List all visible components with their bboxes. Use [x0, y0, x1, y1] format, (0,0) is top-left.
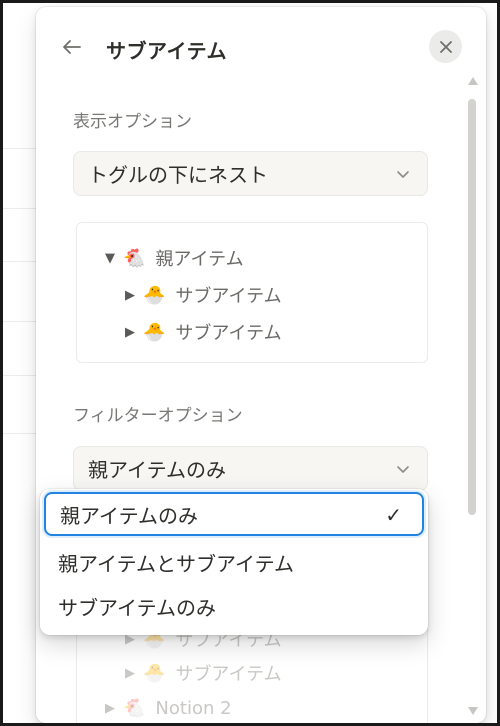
- scroll-up-arrow-icon[interactable]: [468, 77, 478, 85]
- scrollbar-thumb[interactable]: [468, 99, 476, 515]
- menu-item-label: サブアイテムのみ: [58, 595, 216, 620]
- preview-child-label: サブアイテム: [175, 286, 282, 307]
- hatching-chick-icon: 🐣: [143, 284, 166, 306]
- scrollbar[interactable]: [466, 77, 478, 717]
- preview-parent-label: 親アイテム: [155, 249, 244, 270]
- close-icon: [439, 40, 452, 53]
- display-options-value: トグルの下にネスト: [88, 163, 268, 187]
- checkmark-icon: ✓: [385, 503, 402, 527]
- menu-item-parent-only[interactable]: 親アイテムのみ ✓: [44, 492, 424, 536]
- preview-child-row: ▶ 🐣 サブアイテム: [125, 319, 282, 345]
- chicken-icon: 🐔: [123, 698, 146, 719]
- menu-item-subitems-only[interactable]: サブアイテムのみ: [44, 584, 424, 628]
- close-button[interactable]: [429, 30, 462, 63]
- filter-options-value: 親アイテムのみ: [88, 458, 226, 482]
- chevron-down-icon: [397, 171, 409, 178]
- chevron-down-icon: [397, 466, 409, 473]
- nesting-preview: ▼ 🐔 親アイテム ▶ 🐣 サブアイテム ▶ 🐣 サブアイテム: [76, 222, 428, 363]
- triangle-right-icon: ▶: [125, 287, 135, 303]
- hatching-chick-icon: 🐣: [143, 321, 166, 343]
- panel-header: サブアイテム: [36, 7, 486, 87]
- menu-item-label: 親アイテムのみ: [60, 503, 198, 528]
- filter-options-label: フィルターオプション: [73, 406, 243, 426]
- back-button[interactable]: [58, 33, 86, 61]
- preview-child-row: ▶ 🐣 サブアイテム: [125, 282, 282, 308]
- preview-parent-row: ▼ 🐔 親アイテム: [105, 245, 244, 271]
- menu-item-label: 親アイテムとサブアイテム: [58, 551, 294, 576]
- app-frame: サブアイテム 表示オプション トグルの下にネスト ▼ 🐔 親アイテム ▶ 🐣 サ…: [0, 0, 500, 726]
- hatching-chick-icon: 🐣: [143, 662, 166, 684]
- display-options-select[interactable]: トグルの下にネスト: [73, 151, 428, 196]
- scroll-down-arrow-icon[interactable]: [468, 707, 478, 715]
- chicken-icon: 🐔: [123, 247, 146, 269]
- preview-child-row: ▶ 🐣 サブアイテム: [125, 660, 282, 686]
- display-options-label: 表示オプション: [73, 112, 192, 132]
- preview-child-label: サブアイテム: [175, 664, 282, 685]
- triangle-down-icon: ▼: [105, 250, 115, 266]
- filter-options-select[interactable]: 親アイテムのみ: [73, 446, 428, 491]
- filter-options-dropdown-menu: 親アイテムのみ ✓ 親アイテムとサブアイテム サブアイテムのみ: [40, 489, 428, 635]
- preview-parent-label: Notion 2: [155, 698, 232, 719]
- menu-item-parent-and-subitems[interactable]: 親アイテムとサブアイテム: [44, 540, 424, 584]
- triangle-right-icon: ▶: [105, 701, 115, 716]
- triangle-right-icon: ▶: [125, 665, 135, 681]
- preview-child-label: サブアイテム: [175, 323, 282, 344]
- panel-title: サブアイテム: [106, 39, 227, 63]
- preview-parent-row: ▶ 🐔 Notion 2: [105, 698, 232, 719]
- arrow-left-icon: [63, 40, 81, 54]
- triangle-right-icon: ▶: [125, 324, 135, 340]
